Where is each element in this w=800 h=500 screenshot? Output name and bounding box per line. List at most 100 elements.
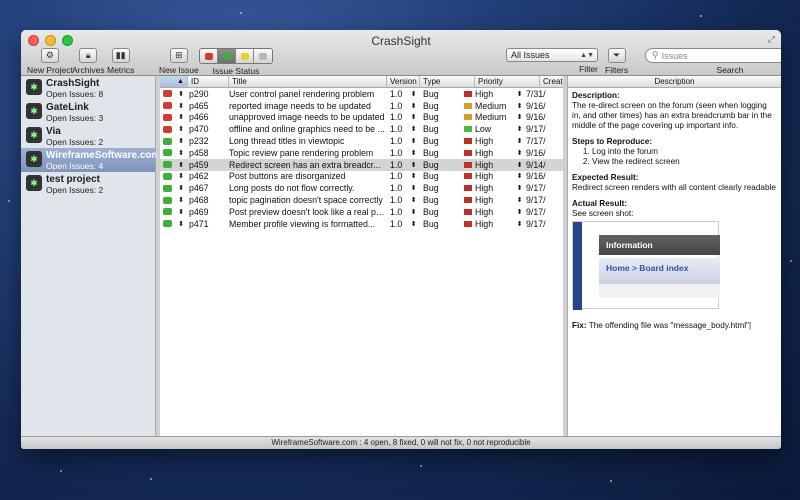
- col-header-type[interactable]: Type: [420, 76, 475, 87]
- table-row[interactable]: ⬍ p462 Post buttons are disorganized 1.0 ⬍ Bu…: [160, 171, 563, 183]
- filter-select[interactable]: All Issues ▲▼: [506, 48, 598, 62]
- status-gray-button[interactable]: [254, 49, 272, 63]
- table-row[interactable]: ⬍ p470 offline and online graphics need to…: [160, 123, 563, 135]
- table-row[interactable]: ⬍ p290 User control panel rendering proble…: [160, 88, 563, 100]
- priority-stepper-icon[interactable]: ⬍: [513, 220, 526, 228]
- status-icon[interactable]: [160, 102, 174, 110]
- status-red-button[interactable]: [200, 49, 218, 63]
- issue-created: 9/17/: [526, 218, 546, 229]
- table-row[interactable]: ⬍ p232 Long thread titles in viewtopic 1.0 ⬍…: [160, 135, 563, 147]
- status-stepper-icon[interactable]: ⬍: [174, 149, 188, 157]
- status-stepper-icon[interactable]: ⬍: [174, 113, 188, 121]
- status-stepper-icon[interactable]: ⬍: [174, 137, 188, 145]
- project-item[interactable]: ✱ GateLink Open Issues: 3: [21, 100, 155, 124]
- new-issue-button[interactable]: ⊞ New Issue: [159, 48, 199, 75]
- table-row[interactable]: ⬍ p465 reported image needs to be updated 1…: [160, 100, 563, 112]
- project-item[interactable]: ✱ CrashSight Open Issues: 8: [21, 76, 155, 100]
- version-stepper-icon[interactable]: ⬍: [407, 220, 420, 228]
- status-icon[interactable]: [160, 113, 174, 121]
- status-stepper-icon[interactable]: ⬍: [174, 161, 188, 169]
- status-icon[interactable]: [160, 184, 174, 192]
- table-row[interactable]: ⬍ p471 Member profile viewing is formatted…: [160, 218, 563, 230]
- version-stepper-icon[interactable]: ⬍: [407, 102, 420, 110]
- status-stepper-icon[interactable]: ⬍: [174, 125, 188, 133]
- priority-stepper-icon[interactable]: ⬍: [513, 125, 526, 133]
- steps-label: Steps to Reproduce:: [572, 137, 653, 146]
- priority-stepper-icon[interactable]: ⬍: [513, 149, 526, 157]
- issue-list-header: ▲ ID Title Version Type Priority Create: [160, 76, 563, 88]
- status-icon[interactable]: [160, 137, 174, 145]
- table-row[interactable]: ⬍ p469 Post preview doesn't look like a re…: [160, 206, 563, 218]
- status-stepper-icon[interactable]: ⬍: [174, 172, 188, 180]
- issue-type: Bug: [423, 195, 439, 206]
- issue-title: Long posts do not flow correctly.: [229, 183, 355, 194]
- search-field[interactable]: ⚲ Issues: [645, 48, 781, 63]
- table-row[interactable]: ⬍ p467 Long posts do not flow correctly. 1.…: [160, 182, 563, 194]
- col-header-id[interactable]: ID: [188, 76, 229, 87]
- metrics-button[interactable]: ▮▮ Metrics: [107, 48, 134, 75]
- status-stepper-icon[interactable]: ⬍: [174, 90, 188, 98]
- new-project-button[interactable]: ⚙ New Project: [27, 48, 73, 75]
- titlebar: CrashSight ⤢ ⚙ New Project 🔒︎ Archives ▮…: [21, 30, 781, 76]
- table-row[interactable]: ⬍ p458 Topic review pane rendering problem…: [160, 147, 563, 159]
- version-stepper-icon[interactable]: ⬍: [407, 208, 420, 216]
- issue-id: p470: [189, 124, 209, 135]
- yellow-status-icon: [240, 52, 249, 60]
- priority-stepper-icon[interactable]: ⬍: [513, 172, 526, 180]
- issue-title: Topic review pane rendering problem: [229, 147, 374, 158]
- table-row[interactable]: ⬍ p466 unapproved image needs to be update…: [160, 112, 563, 124]
- status-stepper-icon[interactable]: ⬍: [174, 220, 188, 228]
- priority-stepper-icon[interactable]: ⬍: [513, 90, 526, 98]
- priority-stepper-icon[interactable]: ⬍: [513, 161, 526, 169]
- col-header-priority[interactable]: Priority: [475, 76, 540, 87]
- status-stepper-icon[interactable]: ⬍: [174, 196, 188, 204]
- priority-stepper-icon[interactable]: ⬍: [513, 196, 526, 204]
- version-stepper-icon[interactable]: ⬍: [407, 125, 420, 133]
- issue-title: Long thread titles in viewtopic: [229, 136, 345, 147]
- priority-icon: [461, 161, 475, 168]
- version-stepper-icon[interactable]: ⬍: [407, 161, 420, 169]
- table-row[interactable]: ⬍ p459 Redirect screen has an extra breadc…: [160, 158, 563, 171]
- fullscreen-icon[interactable]: ⤢: [768, 34, 775, 45]
- status-icon[interactable]: [160, 90, 174, 98]
- status-stepper-icon[interactable]: ⬍: [174, 208, 188, 216]
- project-item[interactable]: ✱ test project Open Issues: 2: [21, 172, 155, 196]
- col-header-version[interactable]: Version: [387, 76, 420, 87]
- filters-button[interactable]: ⏷ Filters: [605, 48, 628, 75]
- status-icon[interactable]: [160, 161, 174, 169]
- version-stepper-icon[interactable]: ⬍: [407, 113, 420, 121]
- col-header-title[interactable]: Title: [229, 76, 387, 87]
- description-body[interactable]: Description: The re-direct screen on the…: [568, 88, 781, 334]
- priority-stepper-icon[interactable]: ⬍: [513, 208, 526, 216]
- status-icon[interactable]: [160, 149, 174, 157]
- version-stepper-icon[interactable]: ⬍: [407, 184, 420, 192]
- status-icon[interactable]: [160, 220, 174, 228]
- priority-stepper-icon[interactable]: ⬍: [513, 184, 526, 192]
- version-stepper-icon[interactable]: ⬍: [407, 90, 420, 98]
- priority-stepper-icon[interactable]: ⬍: [513, 102, 526, 110]
- status-green-button[interactable]: [218, 49, 236, 63]
- sort-column-header[interactable]: ▲: [160, 76, 188, 87]
- status-icon[interactable]: [160, 172, 174, 180]
- magnifier-icon: ⚲: [652, 50, 659, 60]
- issue-id: p459: [189, 159, 209, 170]
- version-stepper-icon[interactable]: ⬍: [407, 196, 420, 204]
- status-stepper-icon[interactable]: ⬍: [174, 102, 188, 110]
- version-stepper-icon[interactable]: ⬍: [407, 149, 420, 157]
- status-stepper-icon[interactable]: ⬍: [174, 184, 188, 192]
- priority-stepper-icon[interactable]: ⬍: [513, 137, 526, 145]
- project-item[interactable]: ✱ Via Open Issues: 2: [21, 124, 155, 148]
- archives-button[interactable]: 🔒︎ Archives: [72, 48, 105, 75]
- priority-icon: [461, 173, 475, 180]
- status-icon[interactable]: [160, 196, 174, 204]
- project-item[interactable]: ✱ WireframeSoftware.com Open Issues: 4: [21, 148, 160, 172]
- screenshot-info-bar: Information: [599, 235, 720, 255]
- table-row[interactable]: ⬍ p468 topic pagination doesn't space corr…: [160, 194, 563, 206]
- version-stepper-icon[interactable]: ⬍: [407, 137, 420, 145]
- priority-stepper-icon[interactable]: ⬍: [513, 113, 526, 121]
- version-stepper-icon[interactable]: ⬍: [407, 172, 420, 180]
- col-header-created[interactable]: Create: [540, 76, 563, 87]
- status-yellow-button[interactable]: [236, 49, 254, 63]
- status-icon[interactable]: [160, 208, 174, 216]
- status-icon[interactable]: [160, 125, 174, 133]
